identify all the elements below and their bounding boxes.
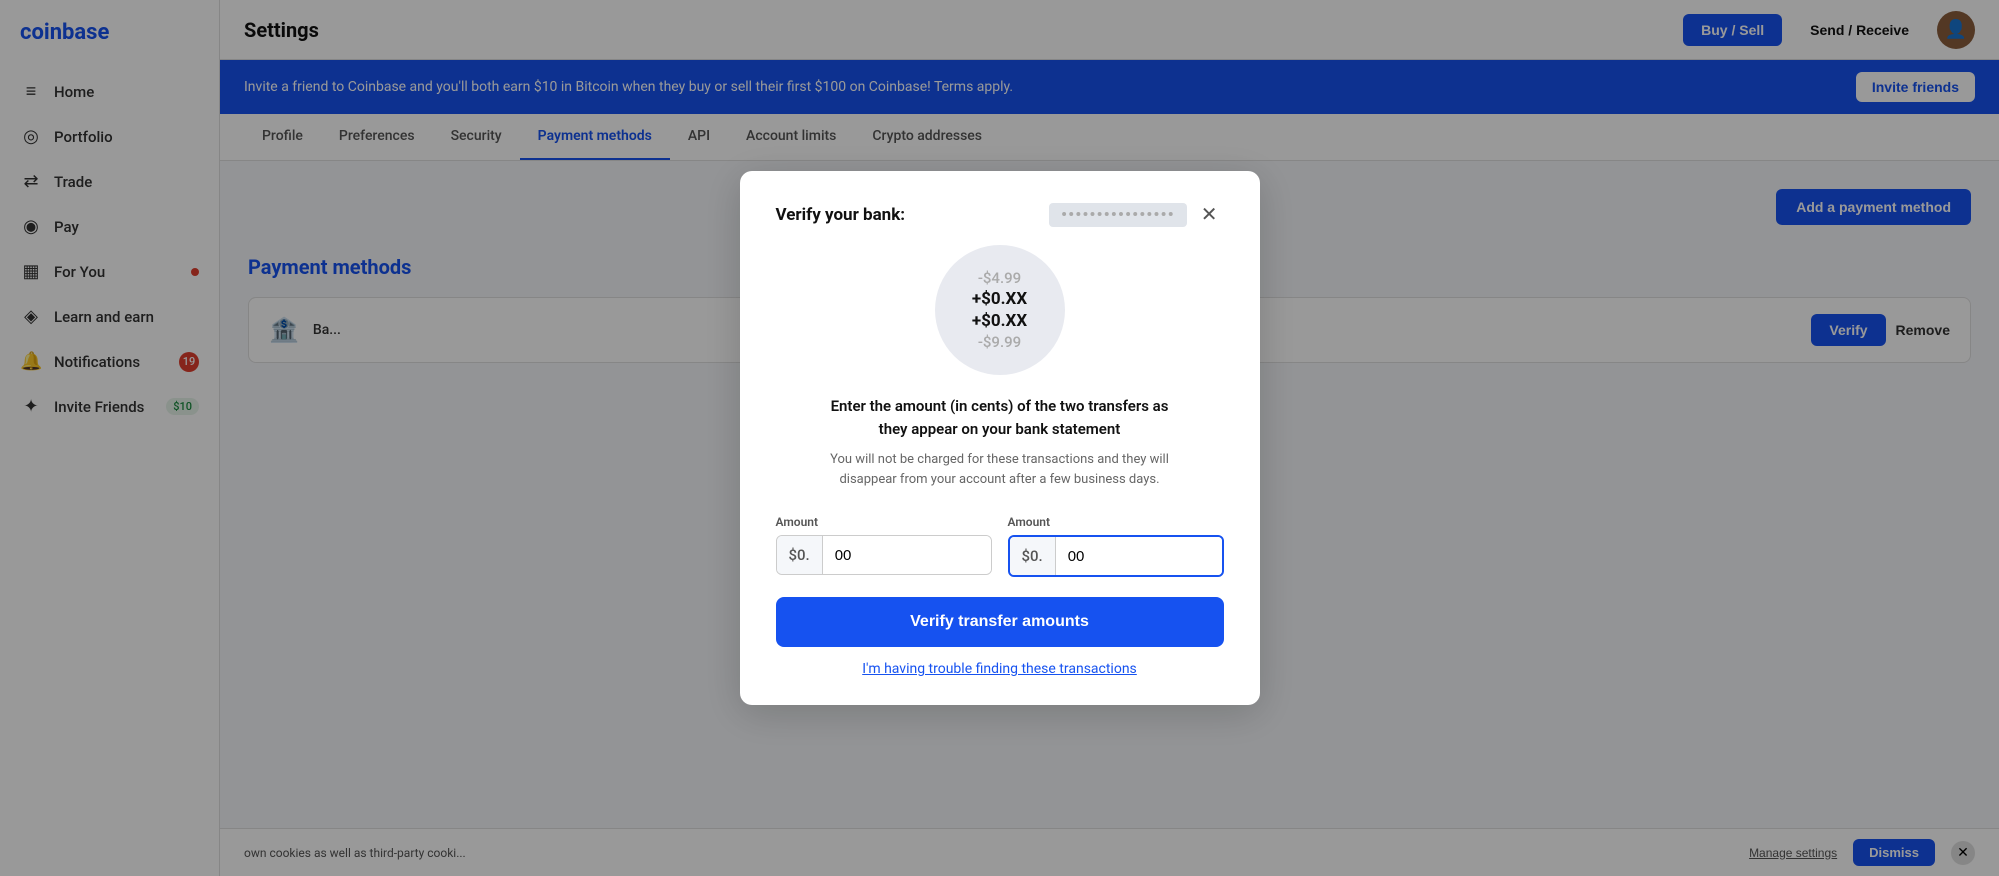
amounts-row: Amount $0. Amount $0. (776, 515, 1224, 577)
amount-input-2[interactable] (1056, 537, 1222, 575)
amount-input-1[interactable] (823, 536, 991, 574)
amount-input-row-2: $0. (1008, 535, 1224, 577)
modal-instruction: Enter the amount (in cents) of the two t… (776, 395, 1224, 440)
amount-input-row-1: $0. (776, 535, 992, 575)
trouble-link[interactable]: I'm having trouble finding these transac… (776, 661, 1224, 677)
modal-close-button[interactable]: ✕ (1195, 203, 1224, 227)
modal-note: You will not be charged for these transa… (776, 450, 1224, 489)
coin-val-1: -$4.99 (978, 269, 1021, 287)
modal-bank-name-masked: •••••••••••••••• (1049, 203, 1187, 227)
amount-prefix-1: $0. (777, 536, 823, 574)
coin-val-3: +$0.XX (972, 311, 1027, 331)
amount-label-1: Amount (776, 515, 992, 529)
coin-val-4: -$9.99 (978, 333, 1021, 351)
verify-bank-modal: Verify your bank: •••••••••••••••• ✕ -$4… (740, 171, 1260, 705)
coin-circle: -$4.99 +$0.XX +$0.XX -$9.99 (935, 245, 1065, 375)
coin-val-2: +$0.XX (972, 289, 1027, 309)
amount-group-1: Amount $0. (776, 515, 992, 577)
amount-group-2: Amount $0. (1008, 515, 1224, 577)
amount-prefix-2: $0. (1010, 537, 1056, 575)
modal-header: Verify your bank: •••••••••••••••• ✕ (776, 203, 1224, 227)
amount-label-2: Amount (1008, 515, 1224, 529)
verify-transfer-button[interactable]: Verify transfer amounts (776, 597, 1224, 647)
modal-overlay[interactable]: Verify your bank: •••••••••••••••• ✕ -$4… (0, 0, 1999, 876)
modal-title: Verify your bank: (776, 205, 1041, 225)
